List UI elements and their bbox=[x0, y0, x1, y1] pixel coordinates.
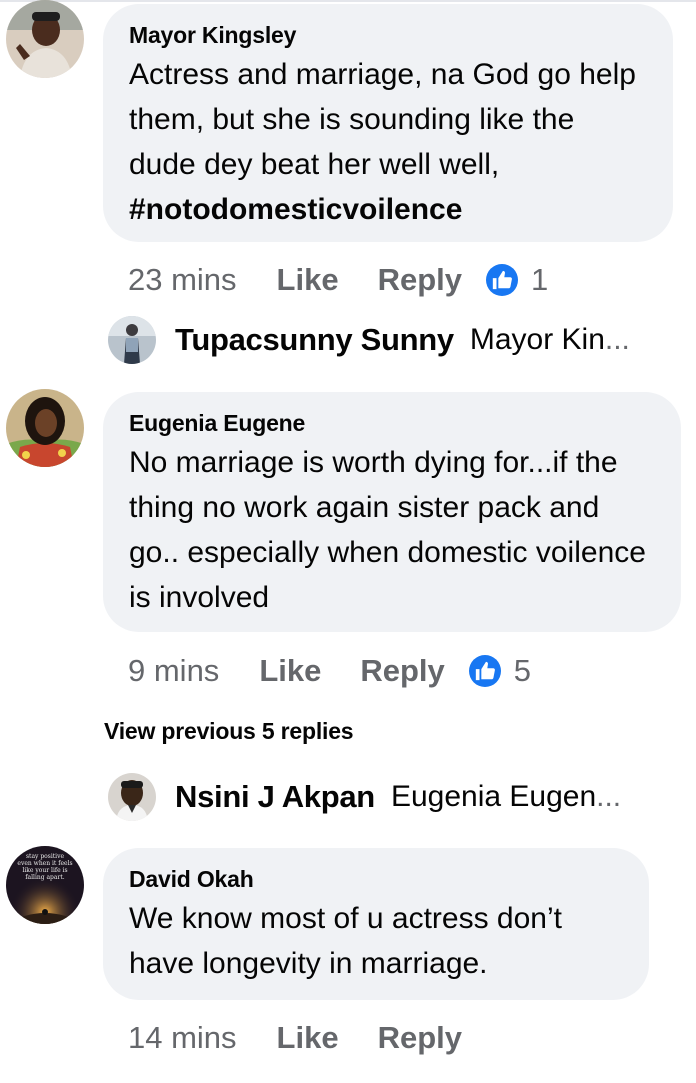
like-button[interactable]: Like bbox=[277, 262, 339, 298]
reply-author[interactable]: Tupacsunny Sunny bbox=[175, 322, 454, 358]
comment-body: Actress and marriage, na God go help the… bbox=[129, 58, 636, 181]
comment-author[interactable]: Mayor Kingsley bbox=[129, 20, 647, 50]
ellipsis: ... bbox=[604, 323, 630, 356]
reply-preview[interactable]: Nsini J Akpan Eugenia Eugen... bbox=[108, 773, 621, 821]
comment-timestamp[interactable]: 14 mins bbox=[128, 1020, 237, 1056]
comment-text: We know most of u actress don’t have lon… bbox=[129, 902, 562, 980]
avatar-mayor-kingsley[interactable] bbox=[6, 0, 84, 78]
svg-text:like your life is: like your life is bbox=[22, 867, 67, 874]
comment-actions: 23 mins Like Reply 1 bbox=[128, 260, 548, 300]
avatar-quote-text: stay positive bbox=[26, 853, 65, 860]
avatar-david-okah[interactable]: stay positive even when it feels like yo… bbox=[6, 846, 84, 924]
comment-text: No marriage is worth dying for...if the … bbox=[129, 446, 646, 614]
like-reaction-icon[interactable] bbox=[468, 655, 501, 687]
comment-bubble-eugenia-eugene: Eugenia Eugene No marriage is worth dyin… bbox=[103, 392, 681, 632]
reply-button[interactable]: Reply bbox=[378, 1020, 462, 1056]
like-count[interactable]: 5 bbox=[514, 653, 531, 689]
reply-snippet-text: Mayor Kin bbox=[469, 323, 605, 356]
comment-timestamp[interactable]: 9 mins bbox=[128, 653, 219, 689]
reply-button[interactable]: Reply bbox=[378, 262, 462, 298]
comment-timestamp[interactable]: 23 mins bbox=[128, 262, 237, 298]
view-previous-replies-link[interactable]: View previous 5 replies bbox=[104, 718, 354, 745]
comment-actions: 14 mins Like Reply bbox=[128, 1018, 462, 1058]
ellipsis: ... bbox=[596, 780, 622, 813]
comment-bubble-mayor-kingsley: Mayor Kingsley Actress and marriage, na … bbox=[103, 4, 673, 242]
comment-author[interactable]: David Okah bbox=[129, 864, 623, 894]
comment-text: Actress and marriage, na God go help the… bbox=[129, 52, 647, 232]
reply-snippet: Eugenia Eugen... bbox=[391, 780, 621, 814]
reply-snippet-text: Eugenia Eugen bbox=[390, 780, 597, 813]
like-button[interactable]: Like bbox=[259, 653, 321, 689]
top-divider bbox=[0, 0, 696, 2]
svg-text:falling apart.: falling apart. bbox=[25, 874, 64, 881]
reply-preview[interactable]: Tupacsunny Sunny Mayor Kin... bbox=[108, 316, 630, 364]
like-button[interactable]: Like bbox=[277, 1020, 339, 1056]
like-count[interactable]: 1 bbox=[531, 262, 548, 298]
svg-text:even when it feels: even when it feels bbox=[17, 860, 72, 867]
avatar-eugenia-eugene[interactable] bbox=[6, 389, 84, 467]
comment-actions: 9 mins Like Reply 5 bbox=[128, 651, 531, 691]
comment-bubble-david-okah: David Okah We know most of u actress don… bbox=[103, 848, 649, 1000]
reply-button[interactable]: Reply bbox=[360, 653, 444, 689]
comment-author[interactable]: Eugenia Eugene bbox=[129, 408, 655, 438]
reply-author[interactable]: Nsini J Akpan bbox=[175, 779, 375, 815]
reply-snippet: Mayor Kin... bbox=[470, 323, 630, 357]
avatar-nsini-j-akpan[interactable] bbox=[108, 773, 156, 821]
hashtag-link[interactable]: #notodomesticvoilence bbox=[129, 193, 462, 226]
like-reaction-icon[interactable] bbox=[486, 264, 518, 296]
avatar-tupacsunny-sunny[interactable] bbox=[108, 316, 156, 364]
